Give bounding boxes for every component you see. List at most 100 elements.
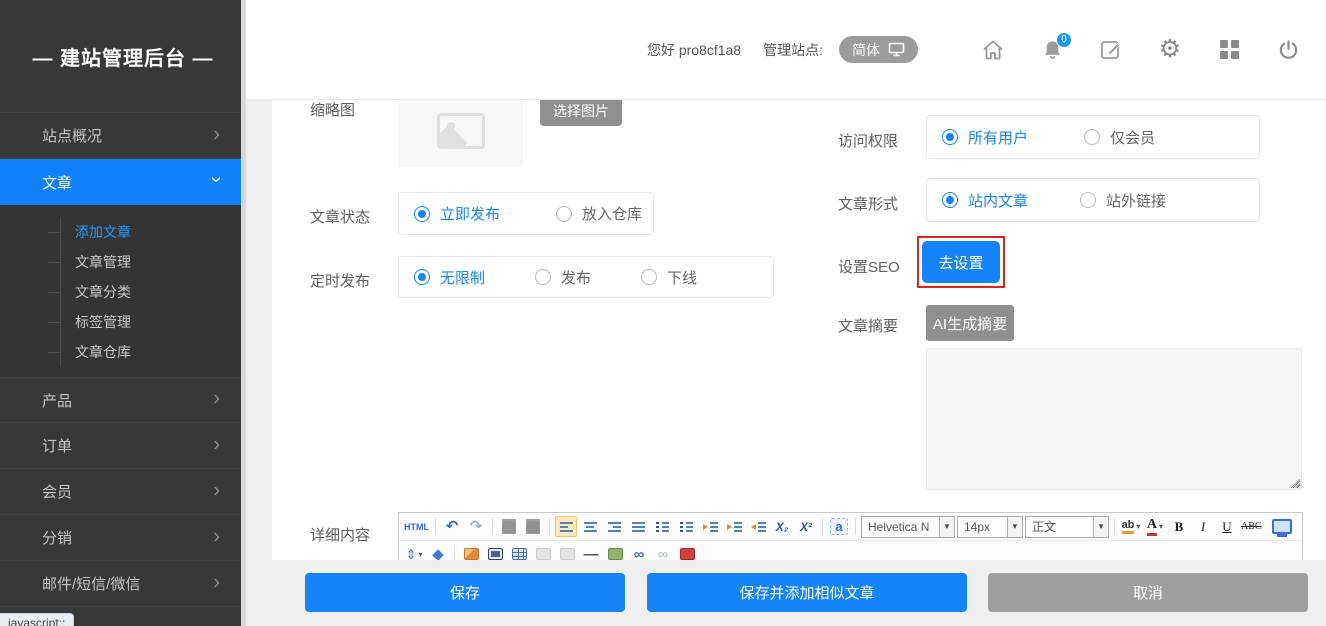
horizontal-rule-icon[interactable]: — — [580, 544, 602, 561]
highlight-color-icon[interactable]: ab▾ — [1120, 516, 1142, 537]
outdent-icon[interactable] — [747, 516, 769, 537]
line-height-icon[interactable]: ⇕▾ — [403, 544, 425, 561]
sidebar-item-members[interactable]: 会员 › — [0, 469, 246, 515]
sidebar-item-mail-sms-wechat[interactable]: 邮件/短信/微信 › — [0, 561, 246, 607]
cancel-button[interactable]: 取消 — [988, 573, 1308, 612]
article-form-card: 缩略图 选择图片 文章状态 立即发布 放入仓库 定时发布 无限制 — [272, 100, 1326, 560]
superscript-icon[interactable]: X² — [795, 516, 817, 537]
sidebar-scrollbar[interactable] — [241, 0, 246, 626]
insert-map-icon[interactable] — [604, 544, 626, 561]
strikethrough-icon[interactable]: ABC — [1240, 516, 1263, 537]
insert-flash-icon[interactable] — [676, 544, 698, 561]
notification-badge: 0 — [1056, 32, 1072, 48]
insert-image-icon[interactable] — [460, 544, 482, 561]
seo-setup-button[interactable]: 去设置 — [922, 241, 1000, 283]
link-status-tooltip: javascript:; — [0, 613, 74, 626]
sidebar-item-orders[interactable]: 订单 › — [0, 423, 246, 469]
print-icon[interactable]: ▤ — [498, 516, 520, 537]
sidebar-item-tag-manage[interactable]: 标签管理 — [0, 307, 246, 337]
fullscreen-icon[interactable] — [1272, 519, 1292, 534]
align-center-icon[interactable] — [579, 516, 601, 537]
ordered-list-icon[interactable] — [651, 516, 673, 537]
paste-text-icon[interactable]: ▦ — [522, 516, 544, 537]
sidebar-item-add-article[interactable]: 添加文章 — [0, 217, 246, 247]
toolbar-separator — [435, 518, 436, 535]
radio-all-users[interactable]: 所有用户 — [942, 127, 1028, 148]
indent-icon[interactable] — [723, 516, 745, 537]
editor-toolbar-row1: HTML ↶ ↷ ▤ ▦ X₂ X² a — [399, 513, 1302, 540]
font-color-icon[interactable]: A▾ — [1144, 516, 1166, 537]
thumbnail-preview[interactable] — [398, 100, 523, 167]
apps-grid-icon[interactable] — [1217, 38, 1241, 62]
italic-icon[interactable]: I — [1192, 516, 1214, 537]
unordered-list-icon[interactable] — [675, 516, 697, 537]
summary-textarea-wrap — [926, 348, 1302, 490]
radio-publish-now[interactable]: 立即发布 — [414, 203, 500, 224]
ai-generate-summary-button[interactable]: AI生成摘要 — [926, 305, 1014, 341]
sidebar-item-article-warehouse[interactable]: 文章仓库 — [0, 337, 246, 367]
radio-offline-time[interactable]: 下线 — [641, 267, 697, 288]
chevron-right-icon: › — [213, 388, 220, 408]
toolbar-separator — [1114, 518, 1115, 535]
radio-members-only[interactable]: 仅会员 — [1084, 127, 1155, 148]
articles-submenu: 添加文章 文章管理 文章分类 标签管理 文章仓库 — [0, 205, 246, 377]
underline-icon[interactable]: U — [1216, 516, 1238, 537]
save-button[interactable]: 保存 — [305, 573, 625, 612]
align-right-icon[interactable] — [603, 516, 625, 537]
sidebar-item-article-category[interactable]: 文章分类 — [0, 277, 246, 307]
article-form-group: 站内文章 站外链接 — [926, 178, 1260, 222]
sidebar-item-article-manage[interactable]: 文章管理 — [0, 247, 246, 277]
radio-external-link[interactable]: 站外链接 — [1080, 190, 1166, 211]
logout-power-icon[interactable] — [1276, 38, 1300, 62]
notifications-bell-icon[interactable]: 0 — [1040, 38, 1064, 62]
font-family-select[interactable]: Helvetica N ▾ — [861, 516, 955, 538]
align-left-icon[interactable] — [555, 516, 577, 537]
insert-table-icon[interactable] — [508, 544, 530, 561]
sidebar: — 建站管理后台 — 站点概况 › 文章 › 添加文章 文章管理 文章分类 标签… — [0, 0, 246, 626]
edit-icon[interactable] — [1099, 38, 1123, 62]
radio-to-warehouse[interactable]: 放入仓库 — [556, 203, 642, 224]
summary-textarea[interactable] — [926, 348, 1302, 490]
subscript-icon[interactable]: X₂ — [771, 516, 793, 537]
paragraph-format-select[interactable]: 正文 ▾ — [1025, 516, 1109, 538]
sidebar-item-distribution[interactable]: 分销 › — [0, 515, 246, 561]
chevron-right-icon: › — [213, 124, 220, 144]
html-source-icon[interactable]: HTML — [403, 516, 430, 537]
home-icon[interactable] — [981, 38, 1005, 62]
redo-icon[interactable]: ↷ — [465, 516, 487, 537]
monitor-icon — [888, 42, 905, 57]
editor-toolbar-row2: ⇕▾ ◆ — ∞ ∞ — [399, 540, 1302, 560]
undo-icon[interactable]: ↶ — [441, 516, 463, 537]
choose-image-button[interactable]: 选择图片 — [540, 100, 622, 126]
sidebar-item-products[interactable]: 产品 › — [0, 377, 246, 423]
radio-onsite-article[interactable]: 站内文章 — [942, 190, 1028, 211]
greeting-text: 您好 pro8cf1a8 — [647, 40, 741, 60]
radio-unselected-icon — [535, 269, 551, 285]
format-eraser-icon[interactable]: ◆ — [427, 544, 449, 561]
justify-icon[interactable] — [627, 516, 649, 537]
top-bar: 您好 pro8cf1a8 管理站点: 简体 0 ⚙ — [246, 0, 1326, 100]
font-size-select[interactable]: 14px ▾ — [957, 516, 1023, 538]
detail-content-label: 详细内容 — [310, 524, 370, 545]
insert-link-icon[interactable]: ∞ — [628, 544, 650, 561]
settings-gear-icon[interactable]: ⚙ — [1158, 38, 1182, 62]
sidebar-item-articles[interactable]: 文章 › — [0, 159, 246, 205]
save-and-add-similar-button[interactable]: 保存并添加相似文章 — [647, 573, 967, 612]
toolbar-separator — [855, 518, 856, 535]
language-toggle-button[interactable]: 简体 — [839, 36, 918, 63]
sidebar-item-site-overview[interactable]: 站点概况 › — [0, 113, 246, 159]
radio-publish-time[interactable]: 发布 — [535, 267, 591, 288]
radio-selected-icon — [414, 269, 430, 285]
bold-icon[interactable]: B — [1168, 516, 1190, 537]
chevron-down-icon: › — [207, 176, 227, 183]
insert-video-icon[interactable] — [484, 544, 506, 561]
thumbnail-label: 缩略图 — [310, 100, 355, 120]
sidebar-menu: 站点概况 › 文章 › — [0, 113, 246, 205]
anchor-icon[interactable]: a — [828, 516, 850, 537]
first-line-indent-icon[interactable] — [699, 516, 721, 537]
radio-no-limit[interactable]: 无限制 — [414, 267, 485, 288]
radio-unselected-icon — [1080, 192, 1096, 208]
main-area: 您好 pro8cf1a8 管理站点: 简体 0 ⚙ 缩略图 — [246, 0, 1326, 626]
seo-highlight-box: 去设置 — [917, 236, 1005, 288]
toolbar-separator — [549, 518, 550, 535]
